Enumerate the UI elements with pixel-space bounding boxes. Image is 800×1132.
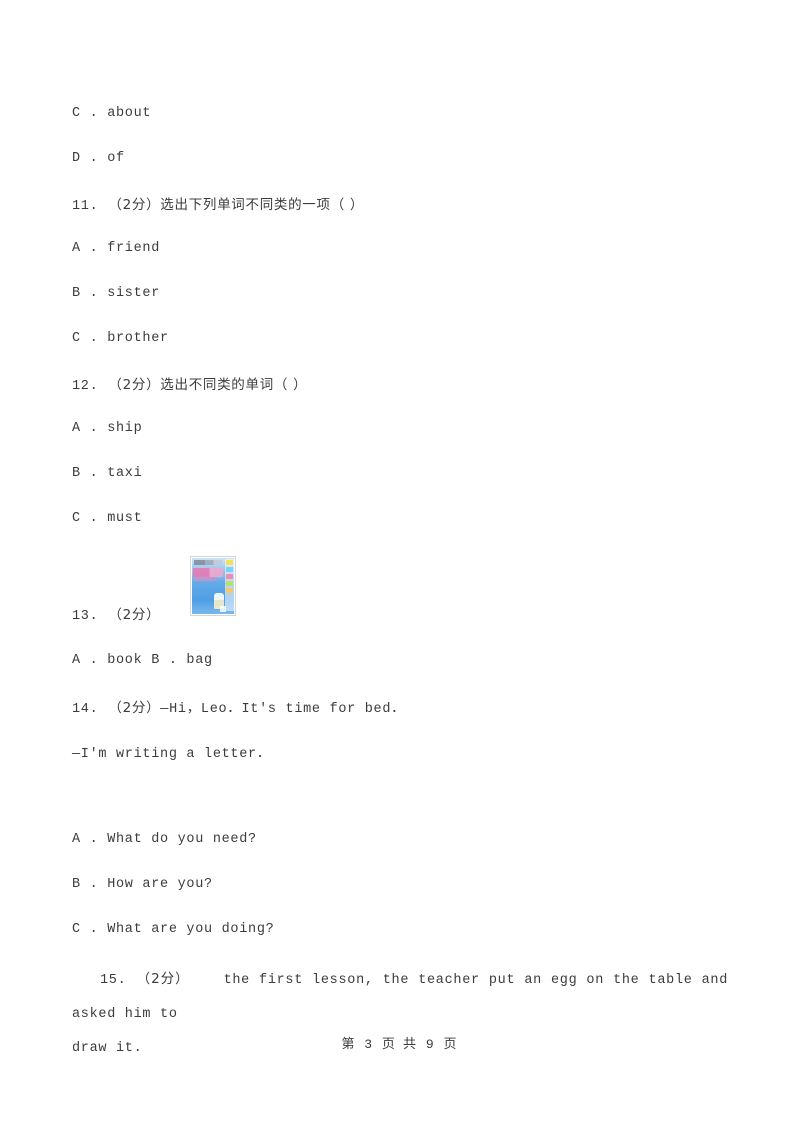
footer-middle: 页 共: [381, 1037, 419, 1052]
footer-total-pages: 9: [425, 1037, 436, 1052]
question-number: 11.: [72, 199, 99, 214]
question-points: （2分）: [108, 700, 161, 716]
option-item: C . brother: [72, 331, 169, 346]
question-text: 选出不同类的单词（ ）: [160, 377, 308, 393]
footer-current-page: 3: [364, 1037, 375, 1052]
option-item-inline: A . book B . bag: [72, 653, 213, 668]
cover-chip-icon: [226, 567, 233, 572]
question-number: 15.: [100, 973, 127, 988]
option-item: B . sister: [72, 286, 161, 301]
option-item: B . taxi: [72, 466, 143, 481]
question-number: 14.: [72, 702, 99, 717]
question-13-stem: 13. （2分）: [72, 603, 160, 624]
book-cover-image: [190, 556, 236, 616]
question-dialogue-line-1: —Hi，Leo．It's time for bed．: [160, 702, 406, 717]
document-page: C . about D . of 11. （2分）选出下列单词不同类的一项（ ） …: [0, 0, 800, 1132]
cover-chip-icon: [226, 560, 233, 565]
option-item: C . about: [72, 106, 152, 121]
question-points: （2分）: [108, 377, 161, 393]
page-footer: 第 3 页 共 9 页: [0, 1033, 800, 1052]
cover-title-band: [193, 568, 223, 577]
cover-figure-secondary-icon: [220, 606, 226, 612]
option-item: C . What are you doing?: [72, 922, 275, 937]
question-11-stem: 11. （2分）选出下列单词不同类的一项（ ）: [72, 193, 364, 214]
question-points: （2分）: [108, 607, 161, 623]
footer-prefix: 第: [341, 1037, 357, 1052]
question-text: 选出下列单词不同类的一项（ ）: [160, 197, 365, 213]
option-item: A . What do you need?: [72, 832, 257, 847]
question-14-stem: 14. （2分）—Hi，Leo．It's time for bed．: [72, 696, 405, 717]
question-number: 13.: [72, 609, 99, 624]
cover-chip-icon: [226, 581, 233, 586]
question-points: （2分）: [136, 971, 190, 987]
footer-suffix: 页: [443, 1037, 459, 1052]
question-dialogue-line-2: —I'm writing a letter．: [72, 747, 272, 762]
cover-chip-icon: [226, 588, 233, 593]
cover-header-text: [194, 560, 222, 565]
option-item: A . ship: [72, 421, 143, 436]
option-item: A . friend: [72, 241, 161, 256]
question-points: （2分）: [108, 197, 161, 213]
option-item: B . How are you?: [72, 877, 213, 892]
question-12-stem: 12. （2分）选出不同类的单词（ ）: [72, 373, 307, 394]
option-item: D . of: [72, 151, 125, 166]
cover-subtitle-band: [194, 577, 216, 581]
question-number: 12.: [72, 379, 99, 394]
cover-chip-icon: [226, 574, 233, 579]
option-item: C . must: [72, 511, 143, 526]
